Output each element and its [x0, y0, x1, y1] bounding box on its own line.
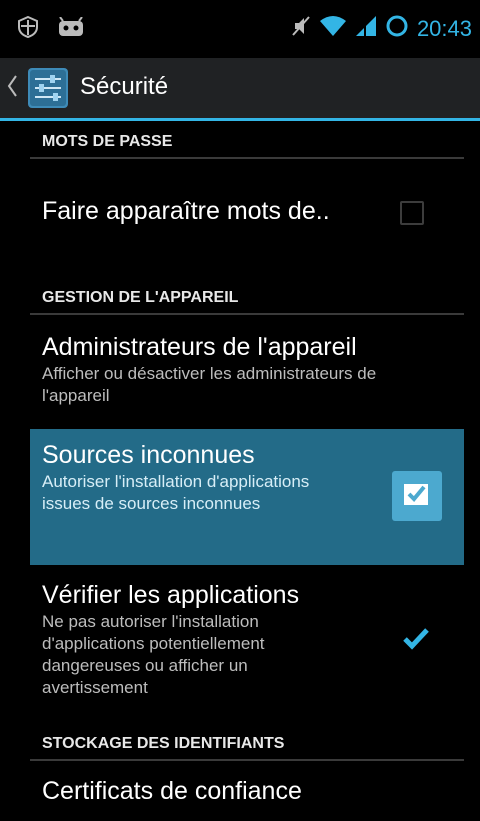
pref-title: Administrateurs de l'appareil [42, 333, 357, 361]
shield-icon [18, 15, 38, 43]
sync-icon [385, 14, 409, 43]
pref-summary: Ne pas autoriser l'installation d'applic… [42, 612, 265, 697]
action-bar: Sécurité [0, 58, 480, 118]
pref-title: Faire apparaître mots de.. [42, 197, 330, 225]
android-icon [58, 16, 84, 42]
back-chevron-icon[interactable] [6, 74, 18, 103]
verify-apps-checkbox[interactable] [402, 627, 430, 656]
page-title: Sécurité [80, 73, 169, 100]
category-header-device: GESTION DE L'APPAREIL [30, 267, 464, 315]
settings-sliders-icon[interactable] [26, 66, 70, 115]
category-header-passwords: MOTS DE PASSE [30, 121, 464, 159]
mute-icon [291, 15, 311, 42]
unknown-sources-checkbox[interactable] [392, 471, 442, 521]
pref-title: Vérifier les applications [42, 581, 300, 609]
pref-trusted-certs[interactable]: Certificats de confiance [30, 761, 464, 821]
settings-list[interactable]: MOTS DE PASSE Faire apparaître mots de..… [0, 121, 480, 821]
pref-show-passwords[interactable]: Faire apparaître mots de.. [30, 159, 464, 267]
pref-device-admins[interactable]: Administrateurs de l'appareil Afficher o… [30, 315, 464, 429]
pref-title: Sources inconnues [42, 441, 255, 469]
signal-icon [355, 15, 377, 42]
pref-summary: Autoriser l'installation d'applications … [42, 472, 310, 513]
wifi-icon [319, 15, 347, 42]
status-bar: 20:43 [0, 0, 480, 58]
pref-title: Certificats de confiance [42, 777, 302, 805]
pref-verify-apps[interactable]: Vérifier les applications Ne pas autoris… [30, 565, 464, 725]
checkmark-icon [402, 481, 432, 512]
pref-summary: Afficher ou désactiver les administrateu… [42, 364, 377, 405]
clock: 20:43 [416, 15, 472, 41]
pref-unknown-sources[interactable]: Sources inconnues Autoriser l'installati… [30, 429, 464, 565]
show-passwords-checkbox[interactable] [400, 201, 424, 225]
